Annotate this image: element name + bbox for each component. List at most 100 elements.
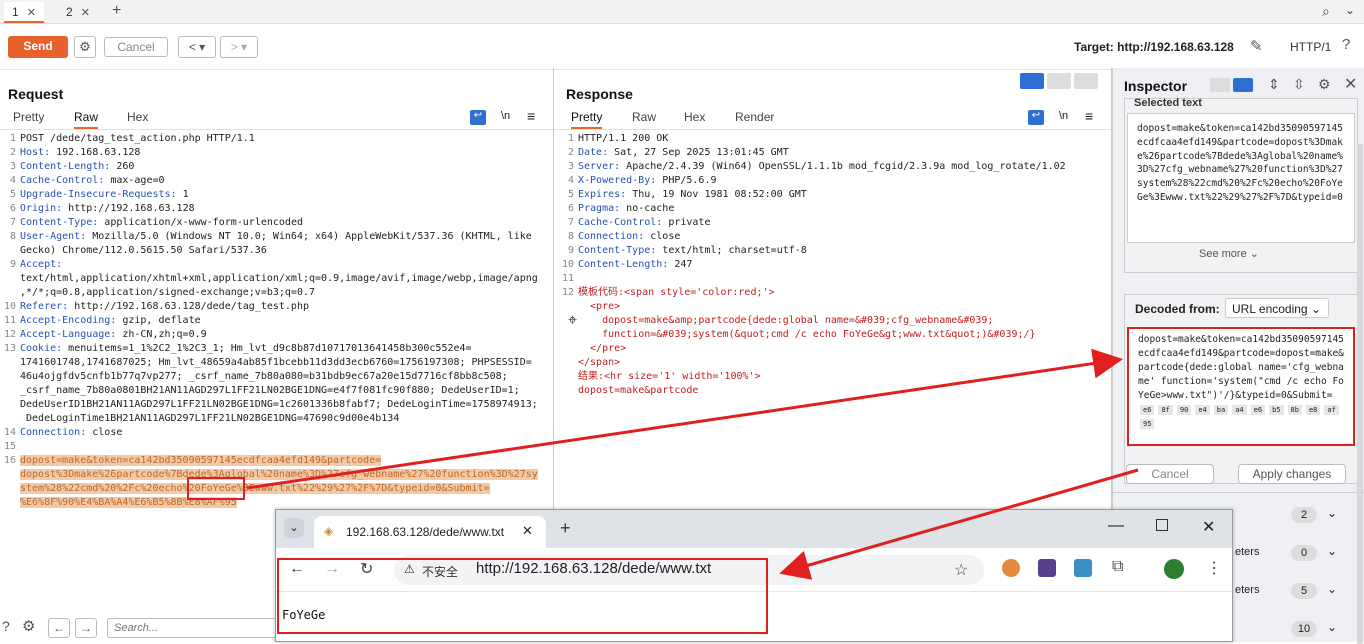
line-text: stem%28%22cmd%20%2Fc%20echo%20FoYeGe%3Ew…	[20, 483, 490, 494]
layout-icon[interactable]	[1233, 78, 1253, 92]
header-key: Cache-Control:	[20, 175, 105, 186]
tab-render[interactable]: Render	[735, 110, 774, 124]
selected-text-value[interactable]: dopost=make&token=ca142bd35090597145ecdf…	[1127, 113, 1355, 243]
inspector-row[interactable]: 2 ⌄	[1235, 506, 1341, 524]
expand-icon[interactable]: ⇕	[1268, 76, 1280, 93]
more-vert-icon[interactable]: ⋮	[1206, 558, 1222, 578]
http-version[interactable]: HTTP/1	[1290, 40, 1331, 54]
tab-raw[interactable]: Raw	[74, 110, 99, 129]
close-window-icon[interactable]: ✕	[1202, 517, 1215, 537]
browser-tab[interactable]: ◈ 192.168.63.128/dede/www.txt ✕	[314, 516, 546, 548]
header-value: close	[86, 427, 123, 438]
wrap-toggle-icon[interactable]: ↩	[470, 110, 486, 125]
decoding-select[interactable]: URL encoding ⌄	[1225, 298, 1329, 318]
collapse-icon[interactable]: ⇳	[1293, 76, 1305, 93]
header-value: max-age=0	[104, 175, 165, 186]
layout-single-icon[interactable]	[1074, 73, 1098, 89]
close-icon[interactable]: ✕	[81, 7, 90, 19]
layout-horizontal-icon[interactable]	[1047, 73, 1071, 89]
response-title: Response	[566, 86, 633, 102]
tab-list-chevron-icon[interactable]: ⌄	[284, 518, 304, 538]
chevron-down-icon[interactable]: ⌄	[1345, 3, 1355, 17]
divider	[0, 129, 553, 130]
code-line: 11	[558, 272, 578, 286]
tab-raw[interactable]: Raw	[632, 110, 656, 124]
repeater-tab-1[interactable]: 1 ✕	[4, 2, 44, 23]
cursor-pointer-icon: ⌖	[568, 312, 578, 329]
line-number: 3	[567, 161, 574, 172]
maximize-icon[interactable]	[1156, 519, 1168, 531]
send-button[interactable]: Send	[8, 36, 68, 58]
search-icon[interactable]: ⌕	[1322, 3, 1330, 20]
extension-icon[interactable]	[1074, 559, 1092, 577]
tab-hex[interactable]: Hex	[684, 110, 705, 124]
header-value: no-cache	[620, 203, 675, 214]
header-value: application/x-www-form-urlencoded	[98, 217, 303, 228]
menu-icon[interactable]: ≡	[527, 108, 535, 124]
settings-gear-icon[interactable]: ⚙	[22, 617, 35, 635]
prev-match-icon[interactable]: ←	[48, 618, 70, 638]
repeater-tab-2[interactable]: 2 ✕	[58, 2, 98, 23]
edit-pencil-icon[interactable]: ✎	[1250, 37, 1263, 55]
code-line: 5 Upgrade-Insecure-Requests: 1	[0, 188, 189, 202]
header-key: Accept:	[20, 259, 63, 270]
count-badge: 10	[1291, 621, 1317, 637]
next-match-icon[interactable]: →	[75, 618, 97, 638]
header-key: Cache-Control:	[578, 217, 663, 228]
extension-icon[interactable]	[1002, 559, 1020, 577]
add-tab-icon[interactable]: +	[112, 2, 121, 20]
help-icon[interactable]: ?	[1342, 36, 1350, 53]
layout-icon[interactable]	[1210, 78, 1230, 92]
inspector-row[interactable]: 10 ⌄	[1235, 620, 1341, 638]
back-nav-button[interactable]: < ▾	[178, 36, 216, 58]
cancel-button[interactable]: Cancel	[1126, 464, 1214, 484]
layout-split-icon[interactable]	[1020, 73, 1044, 89]
decoded-text: dopost=make&token=ca142bd35090597145ecdf…	[1138, 334, 1344, 401]
code-line: 6 Pragma: no-cache	[558, 202, 674, 216]
profile-avatar[interactable]	[1164, 559, 1184, 579]
search-input[interactable]	[107, 618, 277, 638]
code-line: 13 Cookie: menuitems=1_1%2C2_1%2C3_1; Hm_…	[0, 342, 472, 356]
decoded-text-value[interactable]: dopost=make&token=ca142bd35090597145ecdf…	[1127, 327, 1355, 446]
row-label: eters	[1235, 584, 1260, 596]
extension-icon[interactable]	[1038, 559, 1056, 577]
close-icon[interactable]: ✕	[1344, 74, 1357, 94]
new-tab-icon[interactable]: +	[560, 518, 571, 539]
byte-chip: b5	[1269, 405, 1284, 415]
tab-pretty[interactable]: Pretty	[13, 110, 44, 124]
help-icon[interactable]: ?	[2, 618, 10, 634]
apply-changes-button[interactable]: Apply changes	[1238, 464, 1346, 484]
header-key: Content-Length:	[578, 259, 669, 270]
header-value: 1	[176, 189, 189, 200]
line-number: 2	[567, 147, 574, 158]
settings-gear-icon[interactable]: ⚙	[1318, 76, 1331, 93]
inspector-row[interactable]: eters 0 ⌄	[1235, 544, 1341, 562]
forward-nav-button[interactable]: > ▾	[220, 36, 258, 58]
newline-toggle[interactable]: \n	[1059, 110, 1068, 122]
header-value: http://192.168.63.128	[62, 203, 195, 214]
header-value: 247	[668, 259, 693, 270]
close-icon[interactable]: ✕	[27, 7, 36, 19]
request-editor[interactable]: 1 POST /dede/tag_test_action.php HTTP/1.1…	[0, 132, 553, 512]
menu-icon[interactable]: ≡	[1085, 108, 1093, 124]
star-icon[interactable]: ☆	[954, 560, 968, 580]
tab-label: 1	[12, 5, 19, 19]
byte-chip: af	[1324, 405, 1339, 415]
line-number: 8	[9, 231, 16, 242]
code-line: 6 Origin: http://192.168.63.128	[0, 202, 195, 216]
response-editor[interactable]: 1 HTTP/1.1 200 OK 2 Date: Sat, 27 Sep 2025 …	[558, 132, 1111, 502]
see-more-link[interactable]: See more ⌄	[1199, 247, 1259, 260]
cancel-button[interactable]: Cancel	[104, 37, 168, 57]
minimize-icon[interactable]: —	[1108, 517, 1124, 535]
newline-toggle[interactable]: \n	[501, 110, 510, 122]
line-text: dopost=make&amp;partcode{dede:global nam…	[578, 315, 994, 326]
settings-gear-icon[interactable]: ⚙	[74, 36, 96, 58]
tab-pretty[interactable]: Pretty	[571, 110, 603, 129]
wrap-toggle-icon[interactable]: ↩	[1028, 110, 1044, 125]
header-value: menuitems=1_1%2C2_1%2C3_1; Hm_lvt_d9c8b8…	[62, 343, 472, 354]
tab-hex[interactable]: Hex	[127, 110, 148, 124]
scrollbar[interactable]	[1357, 144, 1363, 644]
extensions-puzzle-icon[interactable]: ⧉	[1112, 558, 1123, 576]
close-icon[interactable]: ✕	[522, 523, 533, 539]
inspector-row[interactable]: eters 5 ⌄	[1235, 582, 1341, 600]
